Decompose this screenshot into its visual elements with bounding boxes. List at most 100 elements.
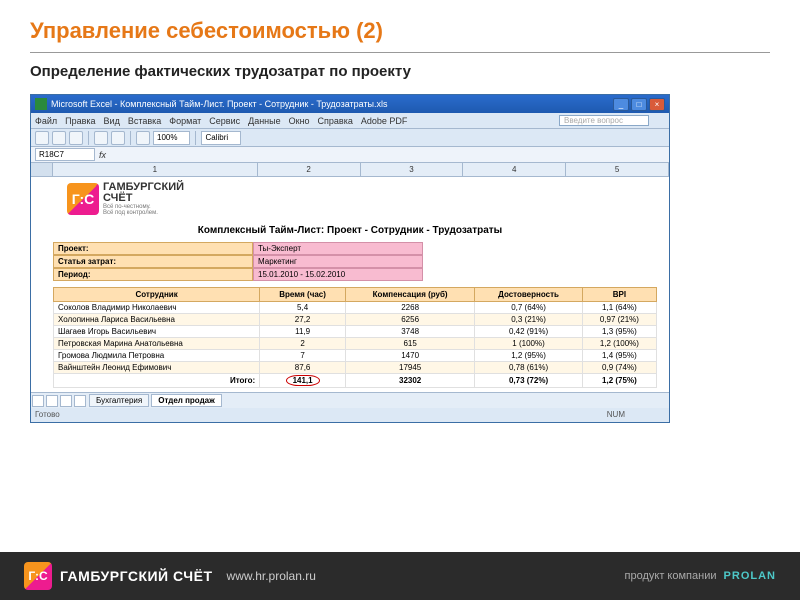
cell[interactable]: 7 bbox=[260, 350, 346, 362]
cell[interactable]: 2 bbox=[260, 338, 346, 350]
fx-icon[interactable]: fx bbox=[99, 150, 106, 160]
cell[interactable]: 3748 bbox=[345, 326, 474, 338]
cell[interactable]: 1,1 (64%) bbox=[582, 302, 656, 314]
table-row[interactable]: Громова Людмила Петровна714701,2 (95%)1,… bbox=[54, 350, 657, 362]
column-headers: 1 2 3 4 5 bbox=[31, 163, 669, 177]
th[interactable]: Компенсация (руб) bbox=[345, 288, 474, 302]
formula-bar: R18C7 fx bbox=[31, 147, 669, 163]
cell[interactable]: 6256 bbox=[345, 314, 474, 326]
menu-item[interactable]: Данные bbox=[248, 116, 281, 126]
cell[interactable]: 2268 bbox=[345, 302, 474, 314]
cell[interactable]: 615 bbox=[345, 338, 474, 350]
table-row[interactable]: Вайнштейн Леонид Ефимович87,6179450,78 (… bbox=[54, 362, 657, 374]
minimize-button[interactable]: _ bbox=[613, 98, 629, 111]
col-header[interactable]: 5 bbox=[566, 163, 669, 176]
cell[interactable]: 0,97 (21%) bbox=[582, 314, 656, 326]
excel-icon bbox=[35, 98, 47, 110]
col-header[interactable]: 4 bbox=[463, 163, 566, 176]
toolbar-button[interactable] bbox=[69, 131, 83, 145]
footer-product-label: продукт компании PROLAN bbox=[625, 570, 776, 582]
toolbar-button[interactable] bbox=[136, 131, 150, 145]
menu-item[interactable]: Справка bbox=[318, 116, 353, 126]
cell[interactable]: Петровская Марина Анатольевна bbox=[54, 338, 260, 350]
menu-item[interactable]: Adobe PDF bbox=[361, 116, 408, 126]
separator bbox=[88, 131, 89, 145]
menu-item[interactable]: Правка bbox=[65, 116, 95, 126]
th[interactable]: Сотрудник bbox=[54, 288, 260, 302]
cell[interactable]: 1470 bbox=[345, 350, 474, 362]
status-text: Готово bbox=[35, 408, 60, 422]
menu-item[interactable]: Вставка bbox=[128, 116, 161, 126]
logo-tag2: Всё под контролем. bbox=[103, 210, 184, 216]
cell[interactable]: 11,9 bbox=[260, 326, 346, 338]
tab-nav[interactable] bbox=[31, 394, 87, 408]
highlight-circle-icon: 141,1 bbox=[286, 375, 320, 386]
th[interactable]: Достоверность bbox=[475, 288, 583, 302]
font-select[interactable]: Calibri bbox=[201, 131, 241, 145]
cell[interactable]: 0,3 (21%) bbox=[475, 314, 583, 326]
th[interactable]: BPI bbox=[582, 288, 656, 302]
window-title: Microsoft Excel - Комплексный Тайм-Лист.… bbox=[51, 99, 613, 109]
slide-footer: Г:С ГАМБУРГСКИЙ СЧЁТ www.hr.prolan.ru пр… bbox=[0, 552, 800, 600]
cell[interactable]: Шагаев Игорь Васильевич bbox=[54, 326, 260, 338]
logo-name2: СЧЁТ bbox=[103, 192, 132, 204]
cell[interactable]: 17945 bbox=[345, 362, 474, 374]
cell[interactable]: 0,78 (61%) bbox=[475, 362, 583, 374]
cell[interactable]: Соколов Владимир Николаевич bbox=[54, 302, 260, 314]
zoom-select[interactable]: 100% bbox=[153, 131, 190, 145]
cell[interactable]: 0,7 (64%) bbox=[475, 302, 583, 314]
table-row[interactable]: Петровская Марина Анатольевна26151 (100%… bbox=[54, 338, 657, 350]
meta-label: Статья затрат: bbox=[53, 255, 253, 268]
meta-table: Проект:Ты-Эксперт Статья затрат:Маркетин… bbox=[53, 242, 657, 281]
ask-input[interactable]: Введите вопрос bbox=[559, 115, 649, 126]
cell[interactable]: Громова Людмила Петровна bbox=[54, 350, 260, 362]
logo-text: ГАМБУРГСКИЙ СЧЁТ Всё по-честному. Всё по… bbox=[103, 182, 184, 216]
worksheet[interactable]: Г:С ГАМБУРГСКИЙ СЧЁТ Всё по-честному. Вс… bbox=[31, 177, 669, 392]
maximize-button[interactable]: □ bbox=[631, 98, 647, 111]
titlebar[interactable]: Microsoft Excel - Комплексный Тайм-Лист.… bbox=[31, 95, 669, 113]
menu-item[interactable]: Формат bbox=[169, 116, 201, 126]
cell[interactable]: 5,4 bbox=[260, 302, 346, 314]
table-row[interactable]: Шагаев Игорь Васильевич11,937480,42 (91%… bbox=[54, 326, 657, 338]
toolbar-button[interactable] bbox=[35, 131, 49, 145]
menu-item[interactable]: Окно bbox=[289, 116, 310, 126]
footer-url: www.hr.prolan.ru bbox=[227, 569, 316, 583]
col-header[interactable]: 1 bbox=[53, 163, 258, 176]
menu-item[interactable]: Сервис bbox=[209, 116, 240, 126]
th[interactable]: Время (час) bbox=[260, 288, 346, 302]
toolbar-button[interactable] bbox=[111, 131, 125, 145]
toolbar-button[interactable] bbox=[52, 131, 66, 145]
cell[interactable]: 1,3 (95%) bbox=[582, 326, 656, 338]
statusbar: Готово NUM bbox=[31, 408, 669, 422]
cell[interactable]: 87,6 bbox=[260, 362, 346, 374]
toolbar-button[interactable] bbox=[94, 131, 108, 145]
table-row[interactable]: Холопинна Лариса Васильевна27,262560,3 (… bbox=[54, 314, 657, 326]
total-row[interactable]: Итого: 141,1 32302 0,73 (72%) 1,2 (75%) bbox=[54, 374, 657, 388]
col-header[interactable]: 3 bbox=[361, 163, 464, 176]
cell[interactable]: 1,2 (95%) bbox=[475, 350, 583, 362]
cell[interactable]: 0,42 (91%) bbox=[475, 326, 583, 338]
cell[interactable]: 1,4 (95%) bbox=[582, 350, 656, 362]
sheet-tab[interactable]: Бухгалтерия bbox=[89, 394, 149, 407]
table-row[interactable]: Соколов Владимир Николаевич5,422680,7 (6… bbox=[54, 302, 657, 314]
cell[interactable]: 1,2 (100%) bbox=[582, 338, 656, 350]
cell[interactable]: Холопинна Лариса Васильевна bbox=[54, 314, 260, 326]
menu-item[interactable]: Файл bbox=[35, 116, 57, 126]
meta-value: Маркетинг bbox=[253, 255, 423, 268]
close-button[interactable]: × bbox=[649, 98, 665, 111]
meta-label: Проект: bbox=[53, 242, 253, 255]
select-all-corner[interactable] bbox=[31, 163, 53, 176]
logo: Г:С ГАМБУРГСКИЙ СЧЁТ Всё по-честному. Вс… bbox=[67, 182, 184, 216]
cell[interactable]: 0,9 (74%) bbox=[582, 362, 656, 374]
meta-value: 15.01.2010 - 15.02.2010 bbox=[253, 268, 423, 281]
cell[interactable]: 27,2 bbox=[260, 314, 346, 326]
menu-item[interactable]: Вид bbox=[104, 116, 120, 126]
col-header[interactable]: 2 bbox=[258, 163, 361, 176]
data-table: Сотрудник Время (час) Компенсация (руб) … bbox=[53, 287, 657, 388]
cell[interactable]: Вайнштейн Леонид Ефимович bbox=[54, 362, 260, 374]
report-title-label: Комплексный Тайм-Лист: bbox=[198, 225, 325, 236]
meta-label: Период: bbox=[53, 268, 253, 281]
name-box[interactable]: R18C7 bbox=[35, 148, 95, 161]
cell[interactable]: 1 (100%) bbox=[475, 338, 583, 350]
sheet-tab-active[interactable]: Отдел продаж bbox=[151, 394, 222, 407]
